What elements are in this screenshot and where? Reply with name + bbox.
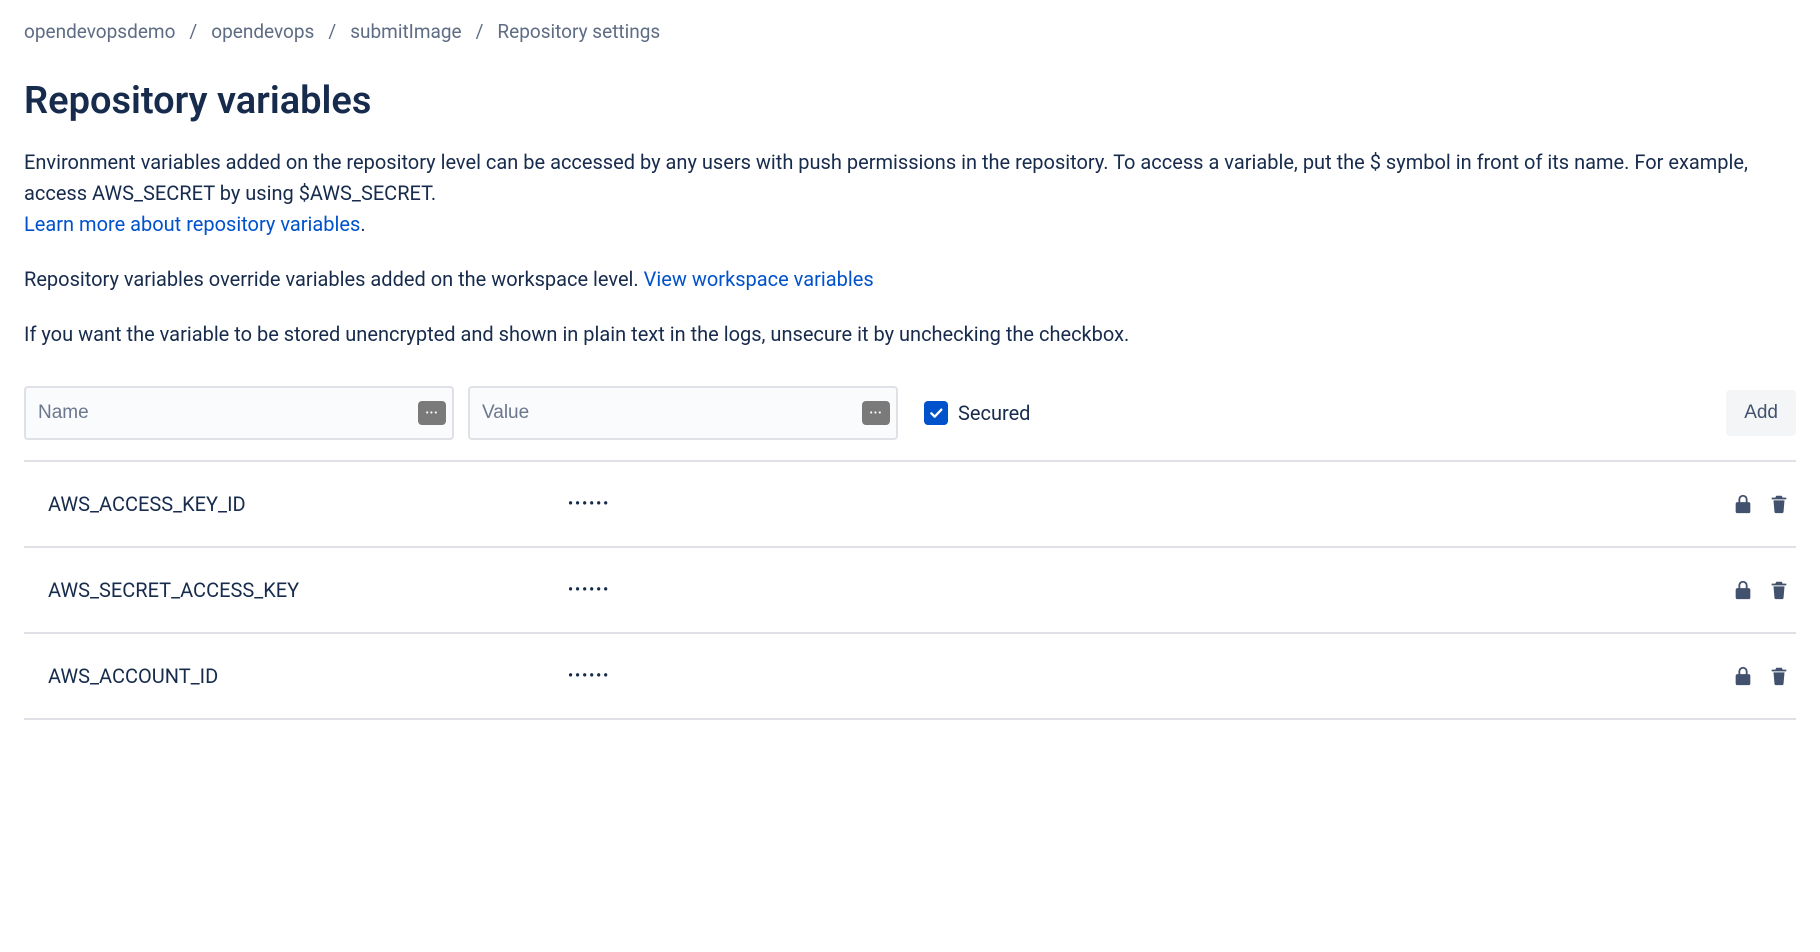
check-icon xyxy=(928,405,944,421)
secured-checkbox-wrap: Secured xyxy=(924,401,1030,425)
lock-icon xyxy=(1732,579,1754,601)
variable-row: AWS_ACCESS_KEY_ID•••••• xyxy=(24,462,1796,548)
variable-row: AWS_ACCOUNT_ID•••••• xyxy=(24,634,1796,720)
secured-label: Secured xyxy=(958,401,1030,425)
variables-list: AWS_ACCESS_KEY_ID••••••AWS_SECRET_ACCESS… xyxy=(24,462,1796,720)
description-block-3: If you want the variable to be stored un… xyxy=(24,319,1796,350)
variable-name: AWS_SECRET_ACCESS_KEY xyxy=(48,578,568,602)
delete-button[interactable] xyxy=(1768,579,1790,601)
breadcrumb-link-settings[interactable]: Repository settings xyxy=(497,20,660,43)
name-input-wrap: ••• xyxy=(24,386,454,440)
description-block-2: Repository variables override variables … xyxy=(24,264,1796,295)
name-input[interactable] xyxy=(24,386,454,440)
breadcrumb-sep: / xyxy=(476,20,484,43)
breadcrumb-link-repo[interactable]: submitImage xyxy=(350,20,461,43)
lock-icon xyxy=(1732,493,1754,515)
description-text-2: Repository variables override variables … xyxy=(24,267,644,291)
trash-icon xyxy=(1768,493,1790,515)
lock-icon xyxy=(1732,665,1754,687)
variable-value-masked: •••••• xyxy=(568,582,610,598)
breadcrumb-sep: / xyxy=(189,20,197,43)
password-manager-icon[interactable]: ••• xyxy=(862,401,890,425)
add-variable-form: ••• ••• Secured Add xyxy=(24,374,1796,462)
lock-indicator xyxy=(1732,665,1754,687)
breadcrumb-link-workspace[interactable]: opendevopsdemo xyxy=(24,20,175,43)
breadcrumb-link-project[interactable]: opendevops xyxy=(211,20,314,43)
trash-icon xyxy=(1768,665,1790,687)
view-workspace-variables-link[interactable]: View workspace variables xyxy=(644,267,874,291)
lock-indicator xyxy=(1732,579,1754,601)
add-button[interactable]: Add xyxy=(1726,390,1796,436)
variable-name: AWS_ACCESS_KEY_ID xyxy=(48,492,568,516)
variable-row: AWS_SECRET_ACCESS_KEY•••••• xyxy=(24,548,1796,634)
delete-button[interactable] xyxy=(1768,665,1790,687)
variable-value-masked: •••••• xyxy=(568,496,610,512)
variable-value-masked: •••••• xyxy=(568,668,610,684)
page-title: Repository variables xyxy=(24,79,1796,123)
description-text-1: Environment variables added on the repos… xyxy=(24,150,1748,205)
value-input[interactable] xyxy=(468,386,898,440)
lock-indicator xyxy=(1732,493,1754,515)
delete-button[interactable] xyxy=(1768,493,1790,515)
trash-icon xyxy=(1768,579,1790,601)
secured-checkbox[interactable] xyxy=(924,401,948,425)
learn-more-link[interactable]: Learn more about repository variables xyxy=(24,212,360,236)
breadcrumb-sep: / xyxy=(328,20,336,43)
value-input-wrap: ••• xyxy=(468,386,898,440)
password-manager-icon[interactable]: ••• xyxy=(418,401,446,425)
breadcrumb: opendevopsdemo / opendevops / submitImag… xyxy=(24,20,1796,43)
description-block-1: Environment variables added on the repos… xyxy=(24,147,1796,240)
variable-name: AWS_ACCOUNT_ID xyxy=(48,664,568,688)
